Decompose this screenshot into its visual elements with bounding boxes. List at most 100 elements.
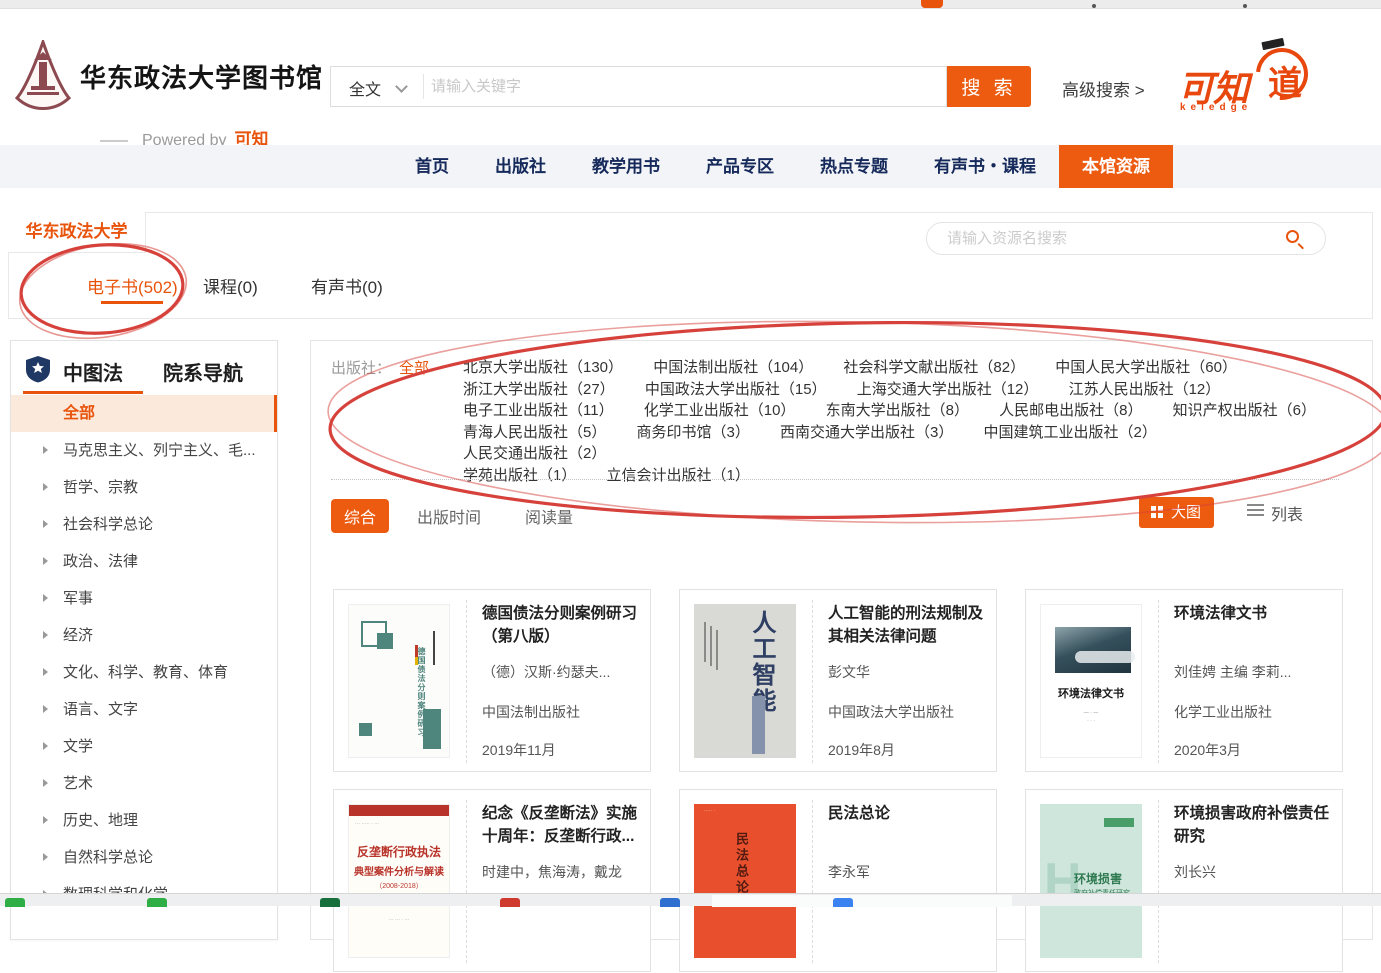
publisher-option[interactable]: 北京大学出版社（130） xyxy=(463,359,623,376)
organization-tab[interactable]: 华东政法大学 xyxy=(8,212,146,253)
category-sidebar: 中图法 院系导航 全部 马克思主义、列宁主义、毛... 哲学、宗教 社会科学总论… xyxy=(10,340,278,940)
keyword-search-input[interactable] xyxy=(431,68,936,105)
publisher-filter-all[interactable]: 全部 xyxy=(399,357,429,378)
sort-read-count[interactable]: 阅读量 xyxy=(525,504,573,528)
resource-tabs-panel: 华东政法大学 电子书(502) 课程(0) 有声书(0) xyxy=(8,212,1373,319)
book-card[interactable]: 德国债法分则案例研习 德国债法分则案例研习（第八版） （德）汉斯·约瑟夫... … xyxy=(333,589,651,772)
expand-arrow-icon xyxy=(43,520,48,528)
sidebar-item-military[interactable]: 军事 xyxy=(11,580,277,617)
nav-item-product-zone[interactable]: 产品专区 xyxy=(683,145,797,188)
divider xyxy=(466,800,467,963)
resource-search-input[interactable] xyxy=(947,224,1277,253)
sidebar-item-art[interactable]: 艺术 xyxy=(11,765,277,802)
publisher-option[interactable]: 中国法制出版社（104） xyxy=(653,359,813,376)
nav-item-audiobooks-courses[interactable]: 有声书・课程 xyxy=(911,145,1059,188)
nav-item-publishers[interactable]: 出版社 xyxy=(472,145,569,188)
publisher-option[interactable]: 人民交通出版社（2） xyxy=(463,445,606,462)
sidebar-item-marxism[interactable]: 马克思主义、列宁主义、毛... xyxy=(11,432,277,469)
sidebar-tab-departments[interactable]: 院系导航 xyxy=(163,357,243,386)
book-card[interactable]: ··· ····· · ··· 反垄断行政执法 典型案件分析与解读 （2008-… xyxy=(333,789,651,972)
book-cover: 环境法律文书 — · —· · · xyxy=(1040,604,1142,758)
sidebar-active-underline xyxy=(23,391,143,394)
view-list-button[interactable]: 列表 xyxy=(1247,501,1303,525)
page: { "colors": { "accent": "#ec5b10", "acce… xyxy=(0,0,1381,906)
publisher-option[interactable]: 立信会计出版社（1） xyxy=(607,467,750,484)
nav-item-hot-topics[interactable]: 热点专题 xyxy=(797,145,911,188)
book-card[interactable]: H 环境损害 政府补偿责任研究 环境损害政府补偿责任研究 刘长兴 xyxy=(1025,789,1343,972)
dash-divider xyxy=(100,140,128,142)
publisher-filter-list: 北京大学出版社（130） 中国法制出版社（104） 社会科学文献出版社（82） … xyxy=(463,357,1353,486)
book-author: 李永军 xyxy=(828,862,988,882)
taskbar-light-segment xyxy=(712,895,1012,907)
sidebar-item-culture-education[interactable]: 文化、科学、教育、体育 xyxy=(11,654,277,691)
book-title: 德国债法分则案例研习（第八版） xyxy=(482,602,644,648)
tab-ebooks[interactable]: 电子书(502) xyxy=(87,273,178,298)
book-card[interactable]: ····· · 民法总论 民法总论 李永军 xyxy=(679,789,997,972)
sidebar-item-literature[interactable]: 文学 xyxy=(11,728,277,765)
publisher-option[interactable]: 知识产权出版社（6） xyxy=(1173,402,1316,419)
publisher-option[interactable]: 浙江大学出版社（27） xyxy=(463,381,615,398)
sort-publish-date[interactable]: 出版时间 xyxy=(417,504,481,528)
publisher-option[interactable]: 电子工业出版社（11） xyxy=(463,402,614,419)
divider xyxy=(812,600,813,763)
book-title: 民法总论 xyxy=(828,802,890,825)
search-button[interactable]: 搜 索 xyxy=(947,66,1031,107)
grid-icon xyxy=(1151,506,1164,519)
tab-courses[interactable]: 课程(0) xyxy=(203,273,258,298)
keledge-logo-dao: 道 xyxy=(1268,56,1302,105)
sidebar-tab-clc[interactable]: 中图法 xyxy=(63,357,123,386)
publisher-option[interactable]: 中国政法大学出版社（15） xyxy=(645,381,827,398)
divider xyxy=(1158,600,1159,763)
nav-item-teaching-books[interactable]: 教学用书 xyxy=(569,145,683,188)
publisher-option[interactable]: 江苏人民出版社（12） xyxy=(1069,381,1221,398)
view-grid-button[interactable]: 大图 xyxy=(1139,497,1214,528)
publisher-option[interactable]: 人民邮电出版社（8） xyxy=(999,402,1142,419)
divider xyxy=(423,74,424,99)
search-icon[interactable] xyxy=(1286,230,1299,243)
sidebar-item-social-science[interactable]: 社会科学总论 xyxy=(11,506,277,543)
divider xyxy=(331,479,1339,480)
publisher-option[interactable]: 中国建筑工业出版社（2） xyxy=(984,424,1157,441)
chevron-down-icon[interactable] xyxy=(395,80,408,93)
sidebar-item-philosophy[interactable]: 哲学、宗教 xyxy=(11,469,277,506)
sidebar-item-politics-law[interactable]: 政治、法律 xyxy=(11,543,277,580)
divider xyxy=(466,600,467,763)
nav-item-library-resources[interactable]: 本馆资源 xyxy=(1059,145,1173,188)
expand-arrow-icon xyxy=(43,742,48,750)
sidebar-item-history-geography[interactable]: 历史、地理 xyxy=(11,802,277,839)
publisher-option[interactable]: 化学工业出版社（10） xyxy=(644,402,796,419)
book-date: 2019年11月 xyxy=(482,740,556,760)
sort-comprehensive-button[interactable]: 综合 xyxy=(331,499,389,533)
expand-arrow-icon xyxy=(43,853,48,861)
university-emblem-icon xyxy=(14,40,72,114)
expand-arrow-icon xyxy=(43,705,48,713)
publisher-option[interactable]: 商务印书馆（3） xyxy=(637,424,750,441)
book-card[interactable]: 人工智能 人工智能的刑法规制及其相关法律问题 彭文华 中国政法大学出版社 201… xyxy=(679,589,997,772)
publisher-option[interactable]: 中国人民大学出版社（60） xyxy=(1055,359,1237,376)
book-card[interactable]: 环境法律文书 — · —· · · 环境法律文书 刘佳娉 主编 李莉... 化学… xyxy=(1025,589,1343,772)
sidebar-item-all[interactable]: 全部 xyxy=(11,395,277,432)
sidebar-item-natural-science[interactable]: 自然科学总论 xyxy=(11,839,277,876)
book-title: 环境法律文书 xyxy=(1174,602,1267,625)
book-author: 刘佳娉 主编 李莉... xyxy=(1174,662,1334,682)
publisher-option[interactable]: 青海人民出版社（5） xyxy=(463,424,606,441)
tab-audiobooks[interactable]: 有声书(0) xyxy=(311,273,383,298)
active-tab-underline xyxy=(101,301,163,304)
expand-arrow-icon xyxy=(43,631,48,639)
nav-item-home[interactable]: 首页 xyxy=(392,145,472,188)
book-cover: ····· · 民法总论 xyxy=(694,804,796,958)
sidebar-item-language[interactable]: 语言、文字 xyxy=(11,691,277,728)
search-scope-select[interactable]: 全文 xyxy=(349,76,381,100)
book-author: 时建中，焦海涛，戴龙 xyxy=(482,862,642,882)
book-cover: 德国债法分则案例研习 xyxy=(348,604,450,758)
keledge-logo[interactable]: 可知 道 keledge xyxy=(1178,42,1318,122)
publisher-option[interactable]: 上海交通大学出版社（12） xyxy=(857,381,1039,398)
book-publisher: 中国法制出版社 xyxy=(482,702,580,722)
publisher-option[interactable]: 学苑出版社（1） xyxy=(463,467,576,484)
advanced-search-link[interactable]: 高级搜索 > xyxy=(1062,76,1145,101)
sidebar-item-economy[interactable]: 经济 xyxy=(11,617,277,654)
taskbar xyxy=(0,893,1381,906)
publisher-option[interactable]: 东南大学出版社（8） xyxy=(826,402,969,419)
publisher-option[interactable]: 西南交通大学出版社（3） xyxy=(780,424,953,441)
publisher-option[interactable]: 社会科学文献出版社（82） xyxy=(843,359,1025,376)
